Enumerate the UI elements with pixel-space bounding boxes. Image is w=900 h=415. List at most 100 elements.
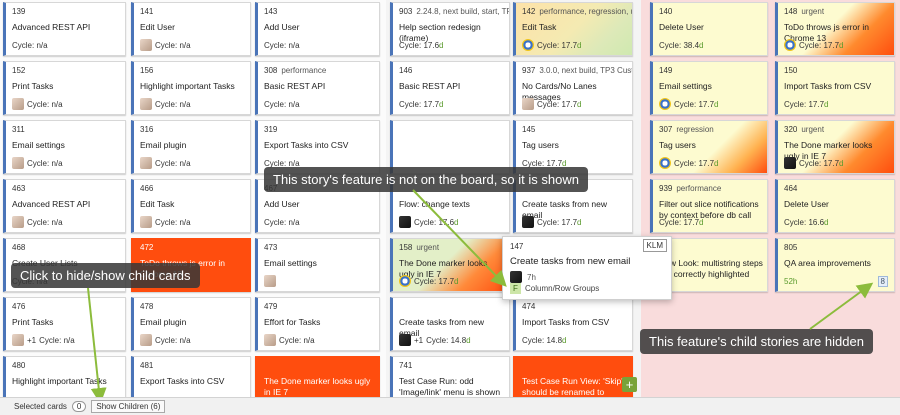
card-cycle: Cycle: n/a	[27, 159, 63, 168]
card[interactable]: 479 Effort for Tasks Cycle: n/a	[255, 297, 380, 351]
card-header: 145	[522, 125, 539, 134]
card[interactable]: 463 Advanced REST API Cycle: n/a	[3, 179, 126, 233]
cycle-label: Cycle:	[784, 217, 807, 227]
card-id: 316	[140, 125, 154, 134]
card[interactable]: 145 Tag users Cycle: 17.7d	[513, 120, 633, 174]
card-header: 149	[659, 66, 676, 75]
avatar-icon	[12, 334, 24, 346]
card-id: 143	[264, 7, 278, 16]
cycle-label: Cycle:	[522, 335, 545, 345]
card[interactable]: 319 Export Tasks into CSV Cycle: n/a	[255, 120, 380, 174]
card-header: 146	[399, 66, 416, 75]
card[interactable]: 481 Export Tasks into CSV	[131, 356, 251, 397]
card[interactable]: 311 Email settings Cycle: n/a	[3, 120, 126, 174]
card-cycle: Cycle: n/a	[155, 159, 191, 168]
card[interactable]: 474 Import Tasks from CSV Cycle: 14.8d	[513, 297, 633, 351]
cycle-value: n/a	[288, 217, 300, 227]
card[interactable]: 308 performance Basic REST API Cycle: n/a	[255, 61, 380, 115]
card-title: Flow: change texts	[399, 199, 470, 209]
card-cycle: Cycle: n/a	[155, 41, 191, 50]
cycle-label: Cycle:	[264, 217, 287, 227]
card[interactable]: 473 Email settings	[255, 238, 380, 292]
card[interactable]: 149 Email settings Cycle: 17.7d	[650, 61, 768, 115]
card[interactable]: 480 Highlight important Tasks	[3, 356, 126, 397]
card-cycle: Cycle: n/a	[155, 218, 191, 227]
card-header: 319	[264, 125, 281, 134]
card-cycle: Cycle: 17.7d	[674, 159, 719, 168]
card-id: 476	[12, 302, 26, 311]
card[interactable]: 9373.0.0, next build, TP3 CustomeNo Card…	[513, 61, 633, 115]
cycle-value: 17.7	[808, 99, 825, 109]
cycle-label: Cycle:	[799, 158, 822, 168]
card[interactable]: 158 urgent The Done marker looks ugly in I…	[390, 238, 510, 292]
card[interactable]: 139 Advanced REST API Cycle: n/a	[3, 2, 126, 56]
card[interactable]: 156 Highlight important Tasks Cycle: n/a	[131, 61, 251, 115]
card-popup[interactable]: 147 KLM Create tasks from new email 7h F…	[502, 236, 672, 300]
card[interactable]: 150 Import Tasks from CSV Cycle: 17.7d	[775, 61, 895, 115]
card[interactable]: 320 urgent The Done marker looks ugly in I…	[775, 120, 895, 174]
show-children-button[interactable]: Show Children (6)	[91, 400, 166, 413]
card-title: Tag users	[522, 140, 559, 150]
card[interactable]: 741 Test Case Run: odd 'Image/link' menu …	[390, 356, 510, 397]
cycle-label: Cycle:	[426, 335, 449, 345]
add-card-button[interactable]: +	[622, 377, 637, 392]
cycle-unit: d	[439, 40, 444, 50]
card[interactable]: 142performance, regression, urge Edit Tas…	[513, 2, 633, 56]
card-footer: Cycle: n/a	[12, 215, 121, 229]
card[interactable]: 152 Print Tasks Cycle: n/a	[3, 61, 126, 115]
card-cycle: Cycle: n/a	[155, 336, 191, 345]
card[interactable]: 476 Print Tasks +1 Cycle: n/a	[3, 297, 126, 351]
card-title: Highlight important Tasks	[12, 376, 107, 386]
cycle-value: n/a	[288, 40, 300, 50]
cycle-value: n/a	[179, 335, 191, 345]
card[interactable]	[390, 120, 510, 174]
avatar-icon	[399, 216, 411, 228]
card-cycle: Cycle: 14.8d	[426, 336, 471, 345]
cycle-value: n/a	[36, 40, 48, 50]
card-footer: Cycle: n/a	[140, 156, 246, 170]
card[interactable]: 143 Add User Cycle: n/a	[255, 2, 380, 56]
card-title: Import Tasks from CSV	[784, 81, 872, 91]
card[interactable]: 466 Edit Task Cycle: n/a	[131, 179, 251, 233]
cycle-label: Cycle:	[279, 335, 302, 345]
card[interactable]: 140 Delete User Cycle: 38.4d	[650, 2, 768, 56]
card[interactable]: 9032.24.8, next build, start, TP3 CuHelp…	[390, 2, 510, 56]
card[interactable]: 464 Delete User Cycle: 16.6d	[775, 179, 895, 233]
card-cycle: Cycle: 17.7d	[414, 277, 459, 286]
card-footer: Cycle: n/a	[264, 38, 375, 52]
card-header: 805	[784, 243, 801, 252]
card[interactable]: 939 performance Filter out slice notificat…	[650, 179, 768, 233]
card[interactable]: 316 Email plugin Cycle: n/a	[131, 120, 251, 174]
card-cycle: Cycle: 17.7d	[784, 100, 829, 109]
card-header	[399, 302, 403, 311]
card-footer: Cycle: n/a	[12, 97, 121, 111]
card-cycle: Cycle: n/a	[27, 218, 63, 227]
cycle-label: Cycle:	[414, 276, 437, 286]
avatar-icon	[784, 39, 796, 51]
avatar-icon	[12, 157, 24, 169]
card[interactable]: 148 urgent ToDo throws js error in Chrome …	[775, 2, 895, 56]
card-id: 937	[522, 66, 536, 75]
card[interactable]: 307 regression Tag users Cycle: 17.7d	[650, 120, 768, 174]
card[interactable]: 805 QA area improvements 52h 8	[775, 238, 895, 292]
cycle-unit: d	[454, 217, 459, 227]
card-header: 311	[12, 125, 29, 134]
card[interactable]: Test Case Run View: 'Skip' should be ren…	[513, 356, 633, 397]
card-footer: Cycle: 17.7d	[784, 156, 890, 170]
card[interactable]: Create tasks from new email +1 Cycle: 14.8…	[390, 297, 510, 351]
cycle-unit: d	[577, 40, 582, 50]
hidden-children-count[interactable]: 8	[877, 276, 888, 287]
card[interactable]: 478 Email plugin Cycle: n/a	[131, 297, 251, 351]
card-footer: Cycle: n/a	[140, 97, 246, 111]
card[interactable]: 146 Basic REST API Cycle: 17.7d	[390, 61, 510, 115]
popup-feature-row[interactable]: F Column/Row Groups	[510, 283, 599, 294]
card-title: Highlight important Tasks	[140, 81, 235, 91]
cycle-value: 14.8	[450, 335, 467, 345]
card[interactable]: The Done marker looks ugly in IE 7	[255, 356, 380, 397]
card[interactable]: 141 Edit User Cycle: n/a	[131, 2, 251, 56]
cycle-label: Cycle:	[155, 217, 178, 227]
card-cycle: Cycle: 17.7d	[659, 218, 704, 227]
card-footer: +1 Cycle: 14.8d	[399, 333, 505, 347]
card-header	[522, 361, 526, 370]
cycle-value: 17.6	[438, 217, 455, 227]
